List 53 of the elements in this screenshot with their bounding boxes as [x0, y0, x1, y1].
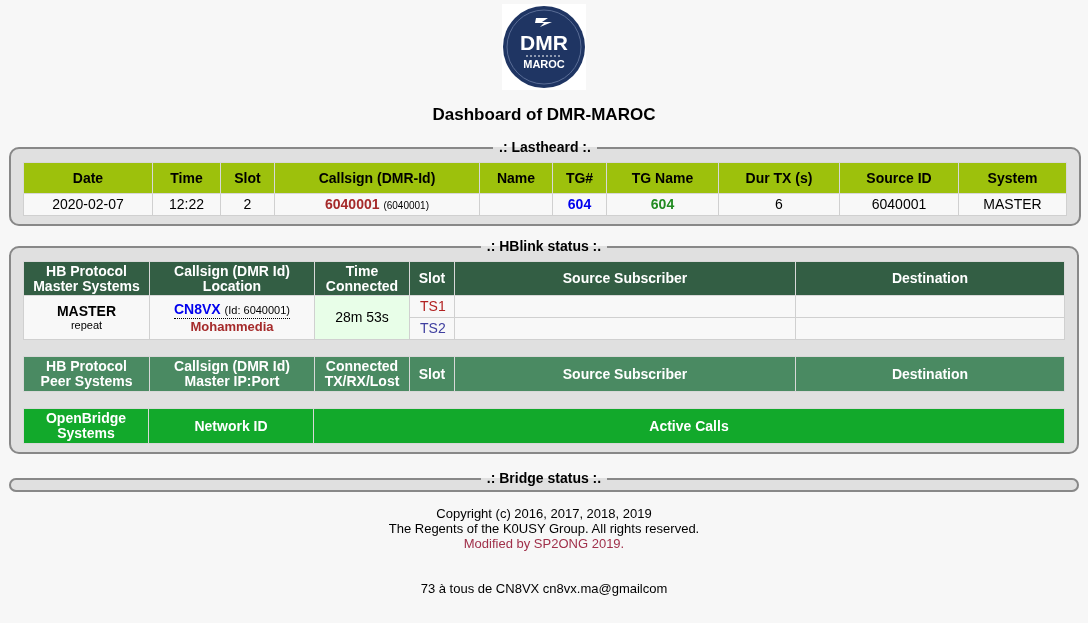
time-connected-text: 28m 53s: [335, 309, 389, 325]
copyright-text: Copyright (c) 2016, 2017, 2018, 2019: [436, 506, 652, 521]
column-header: TG#: [552, 162, 607, 194]
logo-text: MAROC: [523, 58, 565, 70]
column-header: Callsign (DMR-Id): [274, 162, 480, 194]
table-cell: 604: [650, 196, 675, 212]
table-cell: 2020-02-07: [52, 196, 124, 212]
modified-by-link[interactable]: Modified by SP2ONG 2019.: [463, 536, 625, 551]
column-header: Active Calls: [649, 417, 729, 434]
slot-label: TS1: [420, 298, 446, 314]
column-header: Destination: [891, 270, 969, 286]
column-header: Time Connected: [325, 262, 399, 294]
slot-label: TS2: [420, 320, 446, 336]
table-cell: 12:22: [168, 196, 204, 212]
section-title: .: HBlink status :.: [485, 237, 603, 256]
callsign-link[interactable]: CN8VX: [174, 300, 221, 317]
column-header: Name: [479, 162, 553, 194]
rights-text: The Regents of the K0USY Group. All rights reserved.: [388, 521, 700, 536]
column-header: Source Subscriber: [562, 365, 688, 382]
column-header: Source Subscriber: [562, 270, 688, 286]
column-header: Dur TX (s): [718, 162, 840, 194]
column-header: Date: [23, 162, 153, 194]
section-title: .: Bridge status :.: [485, 469, 603, 488]
column-header: Source ID: [839, 162, 959, 194]
column-header: OpenBridge Systems: [45, 410, 127, 441]
column-header: Slot: [418, 270, 446, 286]
column-header: HB Protocol Peer Systems: [40, 358, 133, 389]
logo-text: DMR: [520, 31, 568, 54]
page-title: Dashboard of DMR-MAROC: [432, 105, 656, 125]
table-cell: MASTER: [983, 196, 1042, 212]
mode-text: repeat: [69, 317, 104, 332]
column-header: TG Name: [606, 162, 719, 194]
column-header: Network ID: [194, 417, 268, 434]
lightning-icon: [535, 18, 552, 27]
column-header: Callsign (DMR Id) Master IP:Port: [174, 358, 290, 389]
column-header: Slot: [220, 162, 275, 194]
section-title: .: Lastheard :.: [498, 138, 592, 157]
table-cell: 604: [567, 196, 592, 212]
column-header: System: [958, 162, 1067, 194]
greeting-text: 73 à tous de CN8VX cn8vx.ma@gmailcom: [420, 581, 668, 596]
dmr-id-text: (6040001): [383, 200, 429, 211]
column-header: Slot: [418, 365, 446, 382]
column-header: Destination: [891, 365, 969, 382]
column-header: HB Protocol Master Systems: [33, 262, 140, 294]
dmr-id-text: (Id: 6040001): [224, 303, 290, 316]
table-cell: 6: [775, 196, 783, 212]
column-header: Time: [152, 162, 221, 194]
table-cell: 2: [243, 196, 252, 212]
location-text: Mohammedia: [189, 318, 275, 334]
column-header: Connected TX/RX/Lost: [324, 358, 400, 389]
column-header: Callsign (DMR Id) Location: [174, 262, 290, 294]
table-cell: 6040001: [871, 196, 927, 212]
system-name: MASTER: [55, 303, 118, 318]
